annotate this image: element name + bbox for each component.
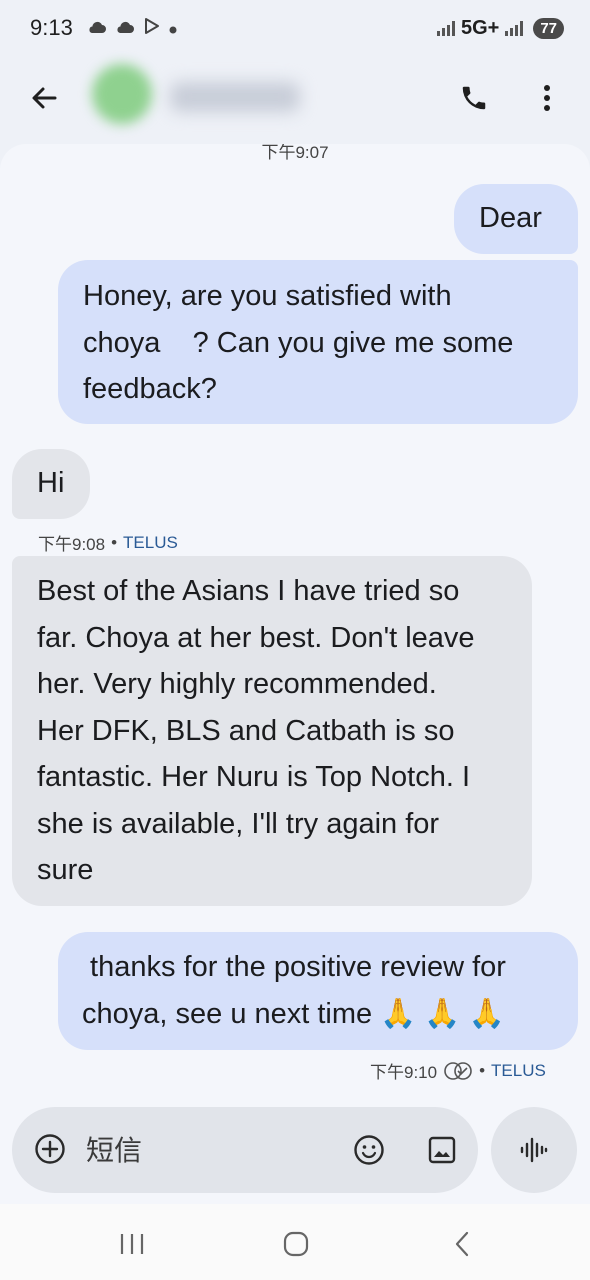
cloud-icon [87,18,107,39]
emoji-icon [354,1135,384,1165]
message-bubble-incoming[interactable]: Hi [12,449,90,519]
network-label: 5G+ [460,16,500,39]
nav-back-button[interactable] [442,1226,482,1262]
message-line: Best of the Asians I have tried so [37,575,460,607]
message-input[interactable] [86,1129,336,1171]
message-line: thanks for the positive review for [82,951,506,983]
status-time: 9:13 [30,15,73,40]
compose-bar [12,1107,478,1193]
message-line: sure [37,854,94,886]
back-icon [455,1231,469,1257]
carrier-label: TELUS [123,532,178,552]
status-bar: 9:13 5G+ 77 [0,0,590,56]
message-text: Dear [479,202,542,234]
meta-separator: • [479,1060,486,1080]
message-line: choya ? Can you give me some [83,326,514,359]
conversation-header [0,56,590,144]
home-button[interactable] [276,1226,316,1262]
add-circle-icon [35,1134,65,1164]
status-left: 9:13 [30,15,177,41]
avatar[interactable] [92,64,152,124]
emoji-button[interactable] [350,1131,388,1169]
message-line: Honey, are you satisfied with [83,280,452,312]
message-time: 下午9:08 [38,535,106,554]
recent-apps-icon [120,1234,144,1254]
message-line: Her DFK, BLS and Catbath is so [37,714,455,747]
conversation-panel[interactable]: 下午9:07 Dear Honey, are you satisfied wit… [0,144,590,1204]
message-line: her. Very highly recommended. [37,668,437,700]
image-icon [428,1136,456,1164]
status-right: 5G+ 77 [436,16,564,40]
signal-icon [505,20,524,36]
read-receipt-icon [443,1061,473,1081]
message-bubble-outgoing[interactable]: Dear [454,184,578,254]
voice-record-button[interactable] [491,1107,577,1193]
message-line: choya, see u next time 🙏 🙏 🙏 [82,991,564,1038]
timestamp: 下午9:07 [261,144,329,162]
message-text: Hi [37,467,65,499]
signal-icon [436,20,455,36]
gallery-button[interactable] [423,1131,461,1169]
message-time: 下午9:10 [370,1063,438,1082]
message-bubble-outgoing[interactable]: thanks for the positive review for choya… [58,932,578,1050]
message-text: choya, see u next time [82,997,381,1030]
message-meta: 下午9:08 • TELUS [38,530,178,555]
message-line: far. Choya at her best. Don't leave [37,621,475,654]
message-bubble-incoming[interactable]: Best of the Asians I have tried so far. … [12,556,532,906]
more-vert-icon [544,85,550,111]
folded-hands-emoji: 🙏 🙏 🙏 [380,997,505,1030]
voice-wave-icon [520,1137,548,1163]
message-line: fantastic. Her Nuru is Top Notch. I [37,761,471,793]
carrier-label: TELUS [491,1060,546,1080]
message-bubble-outgoing[interactable]: Honey, are you satisfied with choya ? Ca… [58,260,578,424]
arrow-left-icon [32,87,57,109]
battery-indicator: 77 [533,17,564,39]
phone-icon [462,86,486,110]
play-store-icon [143,17,161,40]
meta-separator: • [111,532,118,552]
system-nav-bar [0,1204,590,1280]
recent-apps-button[interactable] [112,1226,152,1262]
call-button[interactable] [452,76,496,120]
message-line: feedback? [83,373,217,405]
dot-icon [169,18,177,39]
cloud-icon [115,18,135,39]
message-line: she is available, I'll try again for [37,807,440,840]
contact-name[interactable] [170,82,300,112]
back-button[interactable] [22,76,66,120]
more-options-button[interactable] [525,76,569,120]
message-meta: 下午9:10 • TELUS [370,1058,546,1083]
add-attachment-button[interactable] [32,1131,68,1167]
home-icon [283,1231,309,1257]
